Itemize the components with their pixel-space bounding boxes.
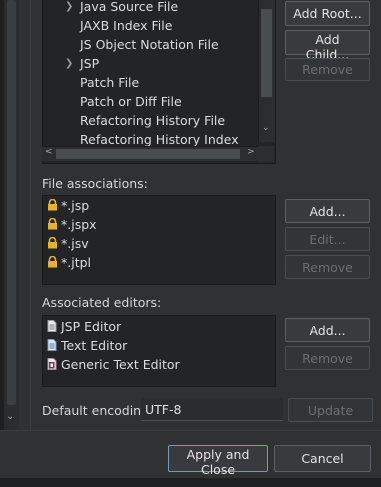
associated-editors-list[interactable]: JSP Editor Text Editor Generic Text Edit… [42,315,276,387]
remove-file-type-button[interactable]: Remove [285,58,370,81]
scroll-left-icon[interactable]: < [45,147,53,157]
apply-and-close-button[interactable]: Apply and Close [168,445,268,477]
list-item[interactable]: *.jtpl [47,253,91,272]
add-root-button[interactable]: Add Root... [285,1,370,26]
scroll-thumb[interactable] [261,9,272,97]
file-types-tree[interactable]: ❯ Java Source File JAXB Index File JS Ob… [42,0,276,164]
update-encoding-button[interactable]: Update [288,398,373,422]
tree-item-label: JSP [80,56,100,71]
list-item[interactable]: Generic Text Editor [47,355,180,374]
list-item-label: *.jsv [61,236,89,251]
lock-icon [47,197,61,216]
list-item-label: *.jspx [61,217,97,232]
generic-editor-icon [47,356,61,375]
list-item-label: JSP Editor [61,319,122,334]
list-item-label: *.jtpl [61,255,92,270]
tree-item-label: Java Source File [80,0,179,14]
scrollbar-corner [258,146,274,162]
tree-item-label: JS Object Notation File [80,37,219,52]
edit-association-button[interactable]: Edit... [285,227,370,251]
file-types-horizontal-scrollbar[interactable]: < > [42,146,258,161]
list-item[interactable]: Text Editor [47,336,127,355]
tree-item-label: JAXB Index File [80,18,173,33]
file-associations-label: File associations: [42,176,148,191]
outer-vertical-scrollbar[interactable]: ⌄ [4,0,19,430]
tree-item-label: Patch File [80,75,140,90]
list-item-label: *.jsp [61,198,90,213]
scroll-down-icon[interactable]: ⌄ [6,411,14,422]
add-child-button[interactable]: Add Child... [285,30,370,62]
add-editor-button[interactable]: Add... [285,318,370,342]
text-editor-icon [47,337,61,356]
add-association-button[interactable]: Add... [285,199,370,223]
list-item[interactable]: *.jsv [47,234,89,253]
chevron-right-icon[interactable]: ❯ [65,0,73,16]
scroll-right-icon[interactable]: > [247,147,255,157]
list-item[interactable]: *.jspx [47,215,97,234]
list-item[interactable]: JSP Editor [47,317,121,336]
file-types-vertical-scrollbar[interactable]: ⌃ ⌄ [258,0,275,142]
footer-divider [0,430,381,431]
lock-icon [47,235,61,254]
remove-editor-button[interactable]: Remove [285,346,370,370]
scroll-down-icon[interactable]: ⌄ [262,123,270,133]
list-item[interactable]: *.jsp [47,196,89,215]
chevron-right-icon[interactable]: ❯ [65,55,73,73]
tree-item-label: Refactoring History File [80,113,226,128]
lock-icon [47,216,61,235]
jsp-editor-icon [47,318,61,337]
cancel-button[interactable]: Cancel [274,445,371,472]
scroll-up-icon[interactable]: ⌃ [262,0,270,5]
file-associations-list[interactable]: *.jsp *.jspx *.jsv *.jtpl [42,195,276,285]
tree-item-label: Patch or Diff File [80,94,182,109]
outer-scroll-thumb[interactable] [7,0,16,405]
panel-divider [30,0,31,430]
scroll-thumb[interactable] [56,149,240,159]
default-encoding-input[interactable]: UTF-8 [141,398,283,421]
remove-association-button[interactable]: Remove [285,255,370,279]
default-encoding-label: Default encoding: [42,403,154,418]
lock-icon [47,254,61,273]
list-item-label: Text Editor [61,338,128,353]
associated-editors-label: Associated editors: [42,295,162,310]
list-item-label: Generic Text Editor [61,357,180,372]
bottom-edge [0,478,381,487]
